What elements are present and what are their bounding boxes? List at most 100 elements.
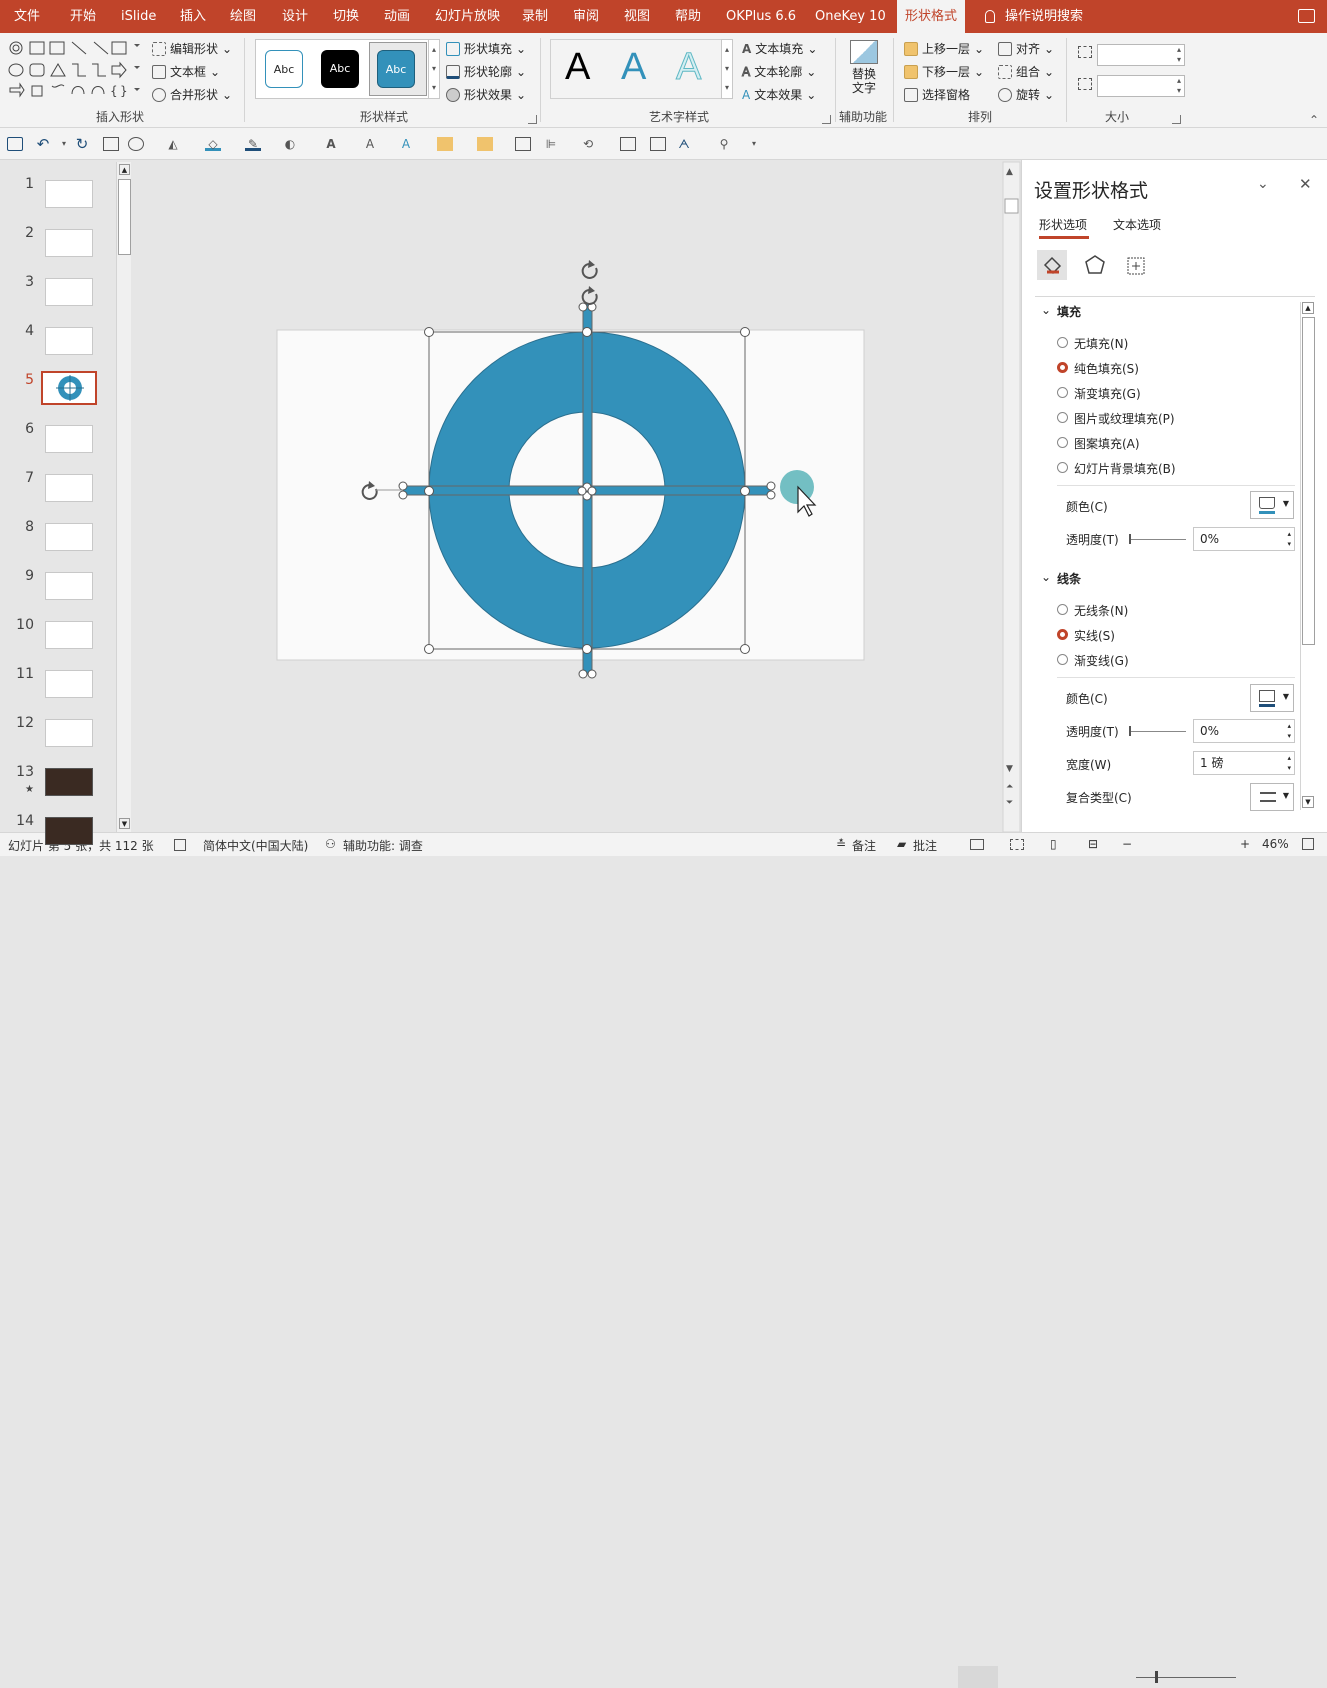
transparency-slider-track[interactable] bbox=[1130, 539, 1186, 540]
slide-thumbnail[interactable] bbox=[45, 719, 93, 747]
radio-option-label[interactable]: 无线条(N) bbox=[1074, 602, 1128, 619]
radio-option-label[interactable]: 渐变填充(G) bbox=[1074, 385, 1141, 402]
resize-handle[interactable] bbox=[424, 486, 434, 496]
fill-section-header[interactable]: 填充 bbox=[1057, 303, 1081, 320]
radio-option-label[interactable]: 渐变线(G) bbox=[1074, 652, 1129, 669]
resize-handle[interactable] bbox=[582, 644, 592, 654]
chevron-down-icon[interactable]: ⌄ bbox=[1041, 303, 1051, 317]
slide-thumbnail[interactable] bbox=[45, 670, 93, 698]
slide-thumbnail[interactable] bbox=[45, 278, 93, 306]
slide-thumbnail[interactable] bbox=[45, 572, 93, 600]
spin-arrows-icon[interactable]: ▴ ▾ bbox=[1287, 721, 1291, 741]
resize-handle[interactable] bbox=[424, 327, 434, 337]
slide-thumbnail[interactable] bbox=[45, 180, 93, 208]
zoom-out-icon[interactable]: − bbox=[1122, 837, 1132, 851]
resize-handle[interactable] bbox=[740, 644, 750, 654]
resize-handle[interactable] bbox=[577, 486, 587, 496]
resize-handle[interactable] bbox=[578, 669, 588, 679]
resize-handle[interactable] bbox=[740, 327, 750, 337]
spin-arrows-icon[interactable]: ▴ ▾ bbox=[1287, 753, 1291, 773]
resize-handle[interactable] bbox=[587, 669, 597, 679]
zoom-slider-track[interactable] bbox=[1136, 1677, 1236, 1678]
resize-handle[interactable] bbox=[766, 481, 776, 491]
radio-button[interactable] bbox=[1057, 387, 1068, 398]
spell-check-icon[interactable] bbox=[174, 839, 186, 851]
resize-handle[interactable] bbox=[587, 486, 597, 496]
radio-option-label[interactable]: 图案填充(A) bbox=[1074, 435, 1140, 452]
radio-option-label[interactable]: 纯色填充(S) bbox=[1074, 360, 1139, 377]
line-transparency-input[interactable]: 0% ▴ ▾ bbox=[1193, 719, 1295, 743]
fill-color-button[interactable]: ▼ bbox=[1250, 491, 1294, 519]
next-slide-icon[interactable]: ⏷ bbox=[1005, 798, 1013, 808]
fill-transparency-input[interactable]: 0% ▴ ▾ bbox=[1193, 527, 1295, 551]
radio-option-label[interactable]: 图片或纹理填充(P) bbox=[1074, 410, 1175, 427]
resize-handle[interactable] bbox=[398, 490, 408, 500]
slide-thumbnail[interactable] bbox=[45, 817, 93, 845]
slide-thumbnail[interactable] bbox=[45, 327, 93, 355]
size-properties-tab[interactable] bbox=[1121, 250, 1151, 280]
canvas-scrollbar[interactable] bbox=[1002, 161, 1021, 833]
scroll-down-icon[interactable]: ▼ bbox=[1302, 796, 1314, 808]
slide-thumbnail[interactable] bbox=[45, 523, 93, 551]
slide-thumbnail[interactable] bbox=[45, 474, 93, 502]
radio-button[interactable] bbox=[1057, 462, 1068, 473]
line-color-button[interactable]: ▼ bbox=[1250, 684, 1294, 712]
spin-arrows-icon[interactable]: ▴ ▾ bbox=[1287, 529, 1291, 549]
notes-button[interactable]: 备注 bbox=[852, 837, 876, 854]
resize-handle[interactable] bbox=[582, 327, 592, 337]
fill-line-tab[interactable] bbox=[1037, 250, 1067, 280]
chevron-down-icon[interactable]: ⌄ bbox=[1041, 570, 1051, 584]
comments-icon[interactable]: ▰ bbox=[897, 837, 906, 851]
radio-button[interactable] bbox=[1057, 604, 1068, 615]
accessibility-status[interactable]: 辅助功能: 调查 bbox=[343, 837, 423, 854]
fit-to-window-icon[interactable] bbox=[1302, 838, 1314, 850]
radio-button[interactable] bbox=[1057, 654, 1068, 665]
radio-option-label[interactable]: 无填充(N) bbox=[1074, 335, 1128, 352]
scroll-up-icon[interactable]: ▲ bbox=[1302, 302, 1314, 314]
radio-option-label[interactable]: 幻灯片背景填充(B) bbox=[1074, 460, 1176, 477]
pane-scrollbar[interactable]: ▲ ▼ bbox=[1300, 302, 1315, 810]
slide-sorter-icon[interactable] bbox=[1010, 839, 1024, 850]
effects-tab[interactable] bbox=[1080, 250, 1110, 280]
language-indicator[interactable]: 简体中文(中国大陆) bbox=[203, 837, 308, 854]
resize-handle[interactable] bbox=[424, 644, 434, 654]
canvas-scroll-thumb[interactable] bbox=[1004, 198, 1019, 214]
pane-options-chevron-icon[interactable]: ⌄ bbox=[1257, 176, 1269, 192]
resize-handle[interactable] bbox=[766, 490, 776, 500]
radio-button[interactable] bbox=[1057, 437, 1068, 448]
resize-handle[interactable] bbox=[740, 486, 750, 496]
zoom-level[interactable]: 46% bbox=[1262, 837, 1289, 851]
scroll-up-icon[interactable]: ▲ bbox=[1006, 167, 1013, 177]
radio-button[interactable] bbox=[1057, 629, 1068, 640]
transparency-slider-thumb[interactable] bbox=[1129, 534, 1131, 544]
scroll-down-icon[interactable]: ▼ bbox=[1006, 764, 1013, 774]
transparency-slider-thumb[interactable] bbox=[1129, 726, 1131, 736]
close-icon[interactable]: ✕ bbox=[1299, 175, 1312, 193]
slide-thumbnail[interactable] bbox=[45, 768, 93, 796]
slide-thumbnail[interactable] bbox=[45, 425, 93, 453]
normal-view-icon[interactable] bbox=[970, 839, 984, 850]
zoom-slider-thumb[interactable] bbox=[1155, 1671, 1158, 1683]
reading-view-icon[interactable]: ▯ bbox=[1050, 837, 1057, 851]
slide-thumbnail[interactable] bbox=[45, 229, 93, 257]
radio-option-label[interactable]: 实线(S) bbox=[1074, 627, 1115, 644]
notes-icon[interactable]: ≛ bbox=[836, 837, 846, 851]
tab-text-options[interactable]: 文本选项 bbox=[1113, 216, 1161, 233]
compound-type-button[interactable]: ▼ bbox=[1250, 783, 1294, 811]
zoom-in-icon[interactable]: + bbox=[1240, 837, 1250, 851]
tab-shape-options[interactable]: 形状选项 bbox=[1039, 216, 1087, 233]
radio-button[interactable] bbox=[1057, 362, 1068, 373]
radio-button[interactable] bbox=[1057, 412, 1068, 423]
slide-thumbnail[interactable] bbox=[45, 621, 93, 649]
slide-thumbnail[interactable] bbox=[41, 371, 97, 405]
comments-button[interactable]: 批注 bbox=[913, 837, 937, 854]
slideshow-icon[interactable]: ⊟ bbox=[1088, 837, 1098, 851]
previous-slide-icon[interactable]: ⏶ bbox=[1006, 782, 1014, 792]
resize-handle[interactable] bbox=[398, 481, 408, 491]
radio-button[interactable] bbox=[1057, 337, 1068, 348]
line-section-header[interactable]: 线条 bbox=[1057, 570, 1081, 587]
transparency-slider-track[interactable] bbox=[1130, 731, 1186, 732]
scroll-thumb[interactable] bbox=[1302, 317, 1315, 645]
resize-handle[interactable] bbox=[578, 302, 588, 312]
line-width-input[interactable]: 1 磅 ▴ ▾ bbox=[1193, 751, 1295, 775]
